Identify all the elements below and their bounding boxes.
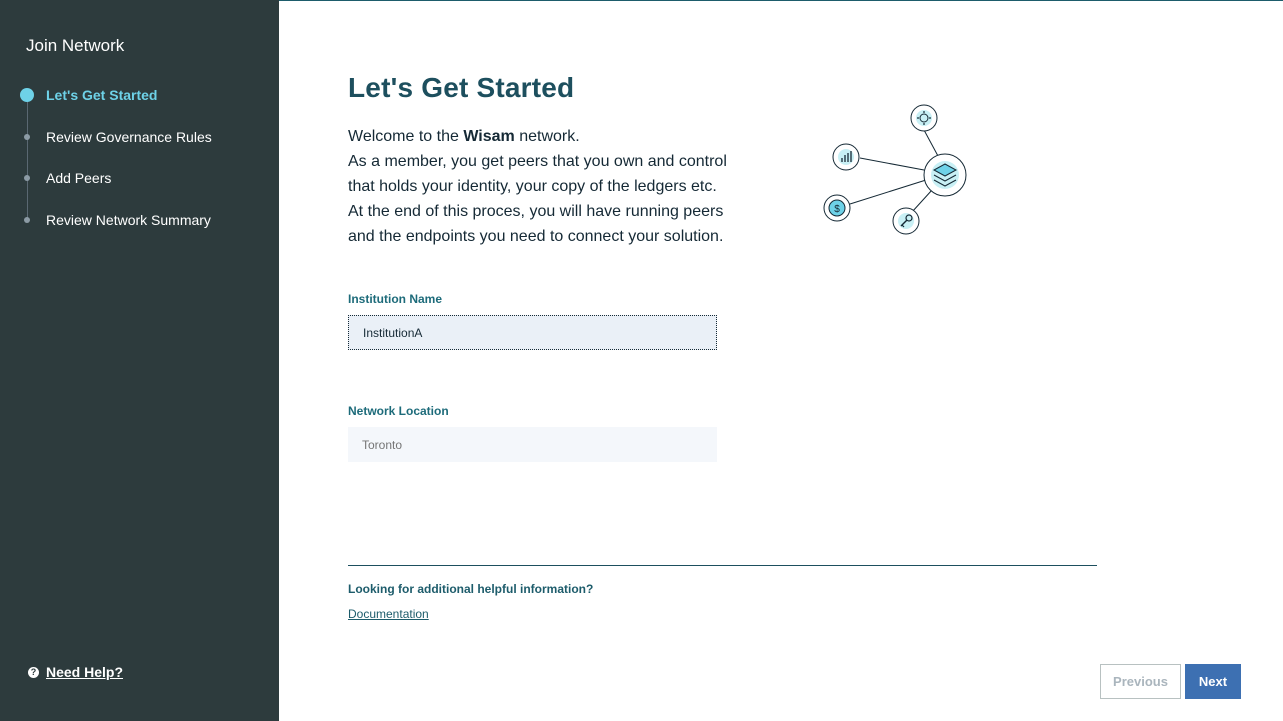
step-indicator [24, 217, 30, 223]
question-icon: ? [28, 666, 39, 678]
key-icon [892, 207, 920, 235]
step-review-governance-rules[interactable]: Review Governance Rules [46, 129, 212, 145]
next-button[interactable]: Next [1185, 664, 1241, 699]
layers-icon [923, 153, 967, 197]
intro-welcome-line: Welcome to the Wisam network. [348, 128, 580, 145]
step-review-network-summary[interactable]: Review Network Summary [46, 212, 211, 228]
network-name: Wisam [463, 128, 515, 145]
intro-line: At the end of this proces, you will have… [348, 203, 724, 220]
documentation-link[interactable]: Documentation [348, 607, 429, 621]
step-lets-get-started[interactable]: Let's Get Started [46, 87, 157, 103]
dollar-icon: $ [823, 194, 851, 222]
step-indicator [24, 175, 30, 181]
bar-chart-icon [832, 143, 860, 171]
sidebar: Join Network Let's Get Started Review Go… [0, 0, 279, 721]
network-illustration: $ [823, 104, 967, 235]
divider [348, 565, 1097, 566]
step-indicator-active [20, 88, 34, 102]
previous-button[interactable]: Previous [1100, 664, 1181, 699]
need-help-link[interactable]: Need Help? [46, 664, 123, 680]
intro-line: that holds your identity, your copy of t… [348, 178, 717, 195]
intro-text: Welcome to the Wisam network. As a membe… [348, 124, 768, 249]
gear-icon [910, 104, 938, 132]
step-add-peers[interactable]: Add Peers [46, 170, 111, 186]
institution-name-input[interactable] [348, 315, 717, 350]
intro-line: and the endpoints you need to connect yo… [348, 228, 724, 245]
progress-line [27, 96, 28, 220]
institution-name-label: Institution Name [348, 292, 443, 306]
help-section-heading: Looking for additional helpful informati… [348, 582, 594, 596]
svg-text:$: $ [834, 204, 840, 215]
page-title: Let's Get Started [348, 72, 575, 103]
step-indicator [24, 134, 30, 140]
intro-line: As a member, you get peers that you own … [348, 153, 727, 170]
sidebar-title: Join Network [26, 36, 125, 55]
network-location-label: Network Location [348, 404, 449, 418]
need-help[interactable]: ? Need Help? [28, 664, 123, 680]
network-location-input[interactable] [348, 427, 717, 462]
